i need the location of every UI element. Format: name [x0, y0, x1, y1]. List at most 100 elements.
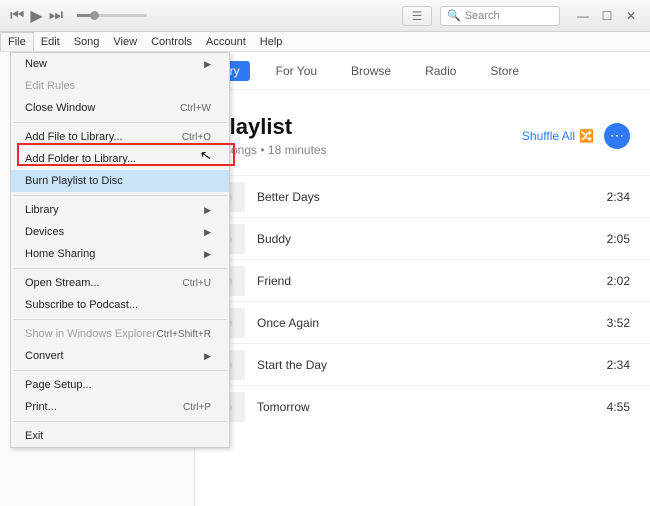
- menu-edit[interactable]: Edit: [34, 32, 67, 51]
- menu-item[interactable]: Page Setup...: [11, 374, 229, 396]
- search-input[interactable]: 🔍 Search: [440, 6, 560, 26]
- song-row[interactable]: ♪Once Again3:52: [195, 301, 650, 343]
- maximize-button[interactable]: ☐: [596, 6, 618, 26]
- song-row[interactable]: ♪Buddy2:05: [195, 217, 650, 259]
- tab-store[interactable]: Store: [482, 60, 527, 82]
- menu-file[interactable]: File: [0, 32, 34, 51]
- menu-separator: [13, 319, 227, 320]
- close-button[interactable]: ✕: [620, 6, 642, 26]
- menu-item[interactable]: New ▶: [11, 53, 229, 75]
- minimize-button[interactable]: ―: [572, 6, 594, 26]
- menu-account[interactable]: Account: [199, 32, 253, 51]
- menubar: File Edit Song View Controls Account Hel…: [0, 32, 650, 52]
- menu-shortcut: Ctrl+Shift+R: [157, 329, 211, 340]
- menu-item-label: New: [25, 58, 47, 70]
- more-button[interactable]: ⋯: [604, 123, 630, 149]
- menu-item[interactable]: Add Folder to Library...: [11, 148, 229, 170]
- playback-controls: ⏮ ▶ ⏭: [0, 6, 157, 26]
- search-placeholder: Search: [465, 10, 500, 22]
- list-view-button[interactable]: ☰: [402, 6, 432, 26]
- menu-item-label: Subscribe to Podcast...: [25, 299, 138, 311]
- menu-shortcut: Ctrl+P: [183, 402, 211, 413]
- menu-separator: [13, 122, 227, 123]
- shuffle-label: Shuffle All: [522, 129, 575, 143]
- menu-controls[interactable]: Controls: [144, 32, 199, 51]
- menu-item[interactable]: Open Stream... Ctrl+U: [11, 272, 229, 294]
- chevron-right-icon: ▶: [204, 351, 211, 362]
- menu-item[interactable]: Library ▶: [11, 199, 229, 221]
- menu-item-label: Show in Windows Explorer: [25, 328, 156, 340]
- shuffle-button[interactable]: Shuffle All 🔀: [522, 129, 594, 143]
- menu-separator: [13, 421, 227, 422]
- playlist-meta: 6 songs • 18 minutes: [215, 143, 327, 157]
- menu-item[interactable]: Exit: [11, 425, 229, 447]
- playlist-title-block: Playlist 6 songs • 18 minutes: [215, 114, 327, 157]
- menu-item[interactable]: Convert ▶: [11, 345, 229, 367]
- play-icon[interactable]: ▶: [30, 6, 42, 26]
- menu-item[interactable]: Close Window Ctrl+W: [11, 97, 229, 119]
- song-row[interactable]: ♪Better Days2:34: [195, 175, 650, 217]
- menu-item-label: Library: [25, 204, 59, 216]
- menu-help[interactable]: Help: [253, 32, 290, 51]
- song-list: ♪Better Days2:34♪Buddy2:05♪Friend2:02♪On…: [195, 175, 650, 506]
- menu-item-label: Convert: [25, 350, 64, 362]
- volume-slider[interactable]: [77, 14, 147, 17]
- menu-item[interactable]: Add File to Library...Ctrl+O: [11, 126, 229, 148]
- song-title: Once Again: [257, 316, 319, 330]
- window-buttons: ― ☐ ✕: [572, 6, 642, 26]
- song-duration: 4:55: [607, 400, 630, 414]
- menu-item-label: Print...: [25, 401, 57, 413]
- prev-icon[interactable]: ⏮: [10, 7, 24, 25]
- menu-item-label: Edit Rules: [25, 80, 75, 92]
- menu-item-label: Open Stream...: [25, 277, 100, 289]
- menu-shortcut: Ctrl+U: [182, 278, 211, 289]
- song-title: Start the Day: [257, 358, 327, 372]
- titlebar: ⏮ ▶ ⏭ ☰ 🔍 Search ― ☐ ✕: [0, 0, 650, 32]
- menu-view[interactable]: View: [106, 32, 144, 51]
- chevron-right-icon: ▶: [204, 205, 211, 216]
- menu-separator: [13, 268, 227, 269]
- song-row[interactable]: ♪Tomorrow4:55: [195, 385, 650, 427]
- menu-item-label: Add Folder to Library...: [25, 153, 136, 165]
- file-menu-dropdown: New ▶ Edit Rules Close Window Ctrl+W Add File…: [10, 52, 230, 448]
- shuffle-icon: 🔀: [579, 129, 594, 143]
- menu-separator: [13, 370, 227, 371]
- chevron-right-icon: ▶: [204, 227, 211, 238]
- menu-shortcut: Ctrl+W: [180, 103, 211, 114]
- song-duration: 3:52: [607, 316, 630, 330]
- menu-separator: [13, 195, 227, 196]
- tab-for-you[interactable]: For You: [268, 60, 325, 82]
- menu-item-label: Exit: [25, 430, 43, 442]
- song-row[interactable]: ♪Start the Day2:34: [195, 343, 650, 385]
- menu-song[interactable]: Song: [67, 32, 107, 51]
- song-duration: 2:05: [607, 232, 630, 246]
- menu-item[interactable]: Home Sharing ▶: [11, 243, 229, 265]
- menu-item-label: Add File to Library...: [25, 131, 123, 143]
- song-row[interactable]: ♪Friend2:02: [195, 259, 650, 301]
- chevron-right-icon: ▶: [204, 59, 211, 70]
- song-title: Tomorrow: [257, 400, 310, 414]
- menu-item[interactable]: Print... Ctrl+P: [11, 396, 229, 418]
- song-title: Friend: [257, 274, 291, 288]
- next-icon[interactable]: ⏭: [49, 7, 63, 25]
- playlist-actions: Shuffle All 🔀 ⋯: [522, 123, 630, 149]
- menu-item-label: Close Window: [25, 102, 95, 114]
- menu-item[interactable]: Subscribe to Podcast...: [11, 294, 229, 316]
- tab-radio[interactable]: Radio: [417, 60, 464, 82]
- tab-browse[interactable]: Browse: [343, 60, 399, 82]
- menu-item[interactable]: Burn Playlist to Disc: [11, 170, 229, 192]
- nav-tabs: ary For You Browse Radio Store: [195, 52, 650, 90]
- playlist-header: Playlist 6 songs • 18 minutes Shuffle Al…: [195, 90, 650, 175]
- song-duration: 2:02: [607, 274, 630, 288]
- menu-item-label: Burn Playlist to Disc: [25, 175, 123, 187]
- menu-item[interactable]: Devices ▶: [11, 221, 229, 243]
- menu-item-label: Devices: [25, 226, 64, 238]
- song-title: Better Days: [257, 190, 320, 204]
- search-icon: 🔍: [447, 9, 461, 22]
- chevron-right-icon: ▶: [204, 249, 211, 260]
- main-panel: ary For You Browse Radio Store Playlist …: [195, 52, 650, 506]
- menu-item-label: Home Sharing: [25, 248, 95, 260]
- right-controls: ☰ 🔍 Search ― ☐ ✕: [394, 6, 650, 26]
- song-duration: 2:34: [607, 190, 630, 204]
- playlist-title: Playlist: [215, 114, 327, 140]
